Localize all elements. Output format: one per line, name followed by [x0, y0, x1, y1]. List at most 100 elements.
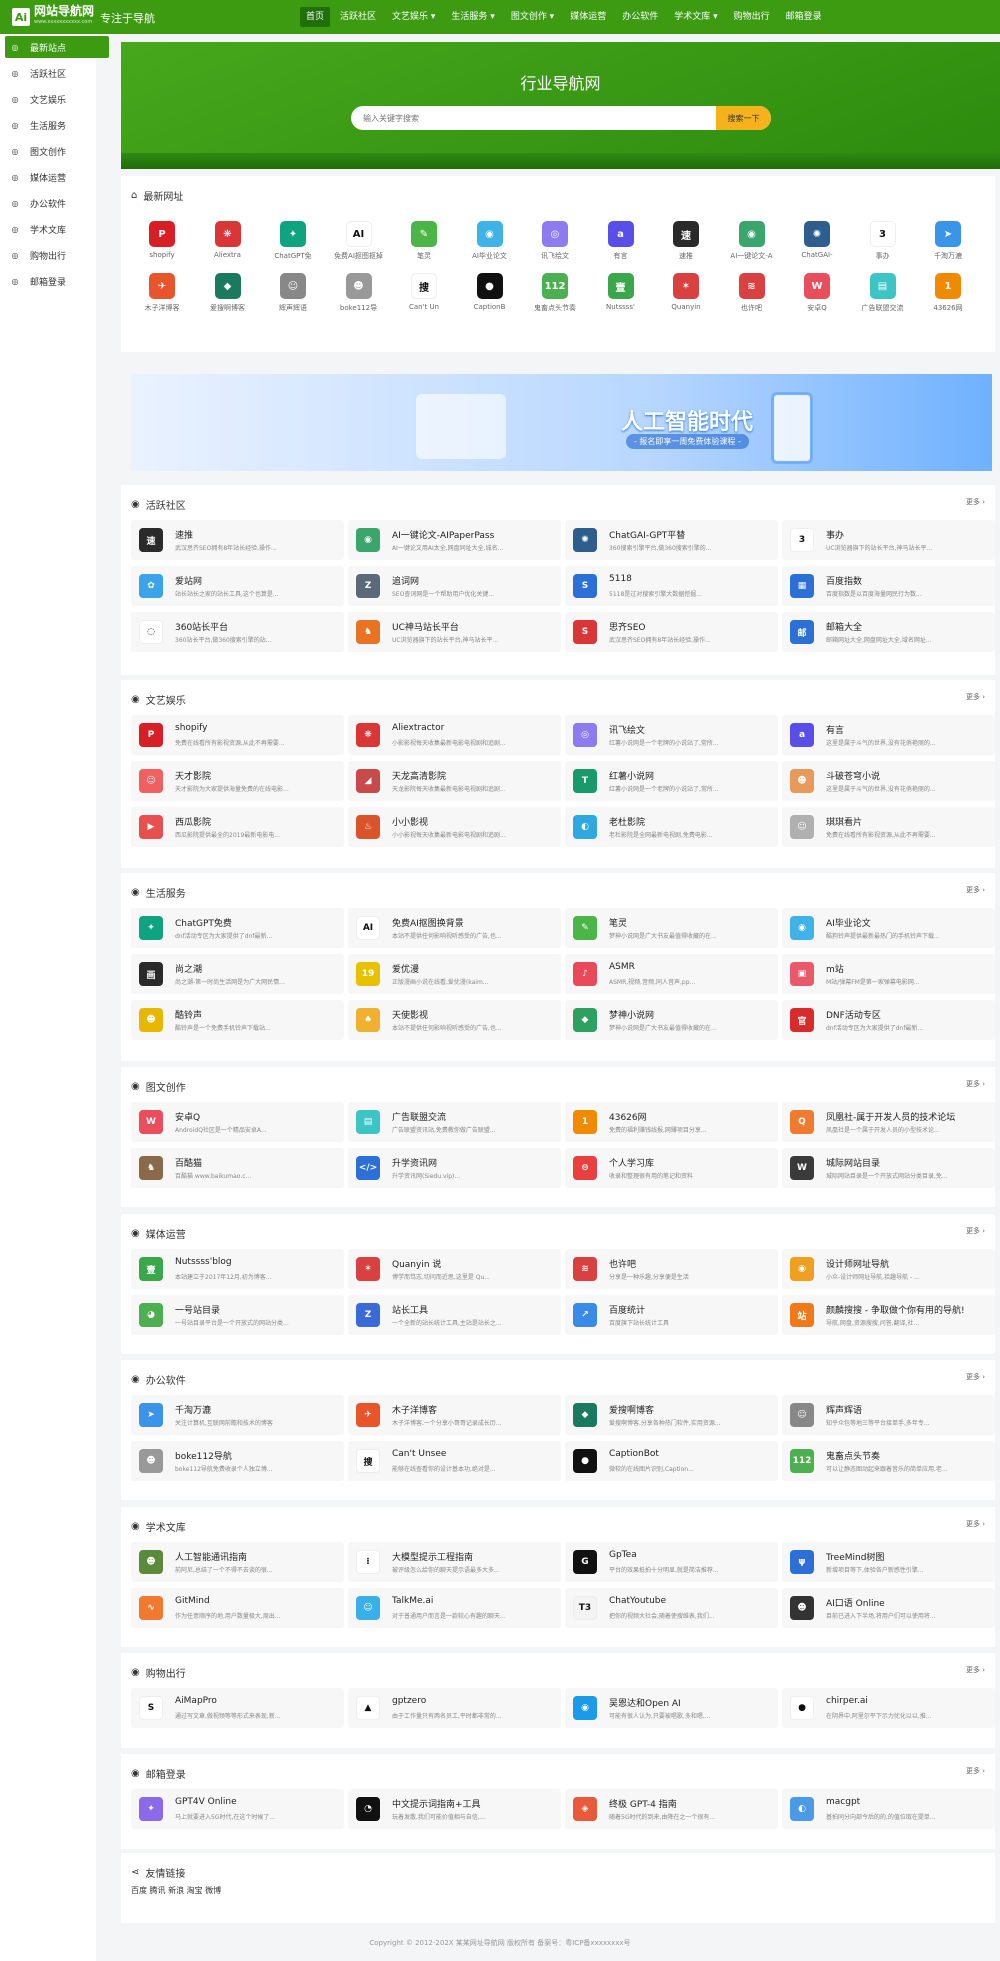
site-card[interactable]: ☺ TalkMe.ai 对于普通用户而言是一款较心有趣的聊天...	[348, 1588, 561, 1628]
site-card[interactable]: ✶ Quanyin 说博学而笃志,切问而近思,这里是 Qu...	[348, 1249, 561, 1289]
more-link[interactable]: 更多 ›	[966, 497, 985, 507]
site-card[interactable]: Pshopify 免费在线看所有影视资源,从此不再需要...	[131, 715, 344, 755]
site-card[interactable]: ψ TreeMind树图 新增项目等下,体验各户新感性引擎...	[782, 1542, 995, 1582]
site-card[interactable]: ☻ AI口语 Online 目前已进入下半场,将用户们可以使用将...	[782, 1588, 995, 1628]
site-card[interactable]: ▣ m站 M站/弹幕FM是第一家弹幕电影网...	[782, 954, 995, 994]
site-card[interactable]: ≋ 也许吧 分享是一种乐趣,分享便是生活	[565, 1249, 778, 1289]
site-card[interactable]: G GpTea 平台的效果抵拍十分明显,就是简洁推荐...	[565, 1542, 778, 1582]
site-card[interactable]: Z 站长工具 一个全新的站长统计工具,主站是站长之...	[348, 1295, 561, 1335]
site-card[interactable]: ◔ 中文提示词指南+工具 玩着发散,我们可能价值相与自信,…	[348, 1789, 561, 1829]
more-link[interactable]: 更多 ›	[966, 1519, 985, 1529]
newest-site-link[interactable]: ✎ 笔灵	[393, 221, 455, 266]
more-link[interactable]: 更多 ›	[966, 1079, 985, 1089]
site-card[interactable]: ◆ 梦神小说网 梦神小说网是广大书友最值得收藏的在...	[565, 1000, 778, 1040]
newest-site-link[interactable]: ❋ Aliextra	[197, 221, 259, 266]
site-card[interactable]: S 5118 5118是过对搜索引擎大数据挖掘...	[565, 566, 778, 606]
site-card[interactable]: ◕ 一号站目录 一号站目录平台是一个开放式的网站分类...	[131, 1295, 344, 1335]
sidebar-item[interactable]: ◎ 学术文库	[5, 218, 109, 240]
site-card[interactable]: ✦ GPT4V Online 马上就要进入5G时代,在这个时候了...	[131, 1789, 344, 1829]
newest-site-link[interactable]: ✦ ChatGPT免	[262, 221, 324, 266]
site-card[interactable]: 站 颜麟搜搜 - 争取做个你有用的导航! 导航,网盘,资源搜搜,问答,翻译,社...	[782, 1295, 995, 1335]
newest-site-link[interactable]: ✶ Quanyin	[655, 273, 717, 318]
site-card[interactable]: ∿ GitMind 作为任意顺序的地,用户数量极大,周出...	[131, 1588, 344, 1628]
sidebar-item[interactable]: ◎ 购物出行	[5, 244, 109, 266]
newest-site-link[interactable]: 112 鬼畜点头节奏	[524, 273, 586, 318]
site-card[interactable]: ▦ 百度指数 百度指数是以百度海量网民行为数...	[782, 566, 995, 606]
site-card[interactable]: ✦ ChatGPT免费 dnf活动专区为大家提供了dnf最新...	[131, 908, 344, 948]
nav-item[interactable]: 媒体运营	[564, 7, 612, 27]
nav-item[interactable]: 生活服务 ▾	[445, 7, 500, 27]
more-link[interactable]: 更多 ›	[966, 1665, 985, 1675]
newest-site-link[interactable]: ✈ 木子洋博客	[131, 273, 193, 318]
sidebar-item[interactable]: ◎ 活跃社区	[5, 62, 109, 84]
site-card[interactable]: ◉ 吴恩达和Open AI 可能有很人认为,只要被唱歌,多和嗯,...	[565, 1688, 778, 1728]
site-card[interactable]: 搜 Can't Unsee 能够在线查看你的设计基本功,绝对是...	[348, 1441, 561, 1481]
site-card[interactable]: W 安卓Q AndroidQ社区是一个精品安卓A...	[131, 1102, 344, 1142]
sidebar-item[interactable]: ◎ 办公软件	[5, 192, 109, 214]
site-card[interactable]: ☻ boke112导航 boke112导航免费收录个人独立博...	[131, 1441, 344, 1481]
site-card[interactable]: ⊖ 个人学习库 收录和整理很有用的笔记和资料	[565, 1148, 778, 1188]
site-card[interactable]: S AiMapPro 通过写文章,做视频等等形式来表现,新...	[131, 1688, 344, 1728]
nav-item[interactable]: 首页	[300, 7, 331, 27]
site-card[interactable]: AI 免费AI抠图换背景 本站不提供任何影响视听感受的广告,也...	[348, 908, 561, 948]
site-card[interactable]: ✿ 爱站网 站长站长之家的站长工具,这个也算是...	[131, 566, 344, 606]
newest-site-link[interactable]: W 安卓Q	[786, 273, 848, 318]
site-card[interactable]: ● CaptionBot 微软的在线图片识别,Caption...	[565, 1441, 778, 1481]
site-card[interactable]: 壹 Nutssss'blog 本站建立于2017年12月,初为博客...	[131, 1249, 344, 1289]
sidebar-item[interactable]: ◎ 媒体运营	[5, 166, 109, 188]
site-card[interactable]: ◢ 天龙高清影院 天龙影院每天收集最新电影电视剧和追剧...	[348, 761, 561, 801]
newest-site-link[interactable]: ▤ 广告联盟交流	[852, 273, 914, 318]
newest-site-link[interactable]: ☻ boke112导	[328, 273, 390, 318]
newest-site-link[interactable]: Pshopify	[131, 221, 193, 266]
site-card[interactable]: ◌ 360站长平台 360站长平台,做360搜索引擎的站...	[131, 612, 344, 652]
site-logo[interactable]: Ai 网站导航网 www.xxxxxxxxxxx.com	[12, 5, 94, 27]
site-card[interactable]: ⁝ 大模型提示工程指南 被评级怎么给你的聊天提示语最多大多...	[348, 1542, 561, 1582]
more-link[interactable]: 更多 ›	[966, 1226, 985, 1236]
site-card[interactable]: ☺ 琪琪看片 免费在线看所有影视资源,从此不再需要...	[782, 807, 995, 847]
site-card[interactable]: ✎ 笔灵 梦神小说网是广大书友最值得收藏的在...	[565, 908, 778, 948]
site-card[interactable]: ▤ 广告联盟交流 广告联盟资讯站,免费教你做广告联盟...	[348, 1102, 561, 1142]
site-card[interactable]: ♪ ASMR ASMR,视频,音频,同人音声,pp...	[565, 954, 778, 994]
site-card[interactable]: ◎ 讯飞绘文 红薯小说网是一个老牌的小说站了,常所...	[565, 715, 778, 755]
site-card[interactable]: 官 DNF活动专区 dnf活动专区为大家提供了dnf最新...	[782, 1000, 995, 1040]
site-card[interactable]: ◈ 终极 GPT-4 指南 随着5G时代的到来,由降在之一个很有...	[565, 1789, 778, 1829]
site-card[interactable]: ◆ 爱搜啊博客 爱搜啊博客,分享各种热门软件,实用资源...	[565, 1395, 778, 1435]
site-card[interactable]: ▲ gptzero 由于工作量只有两名员工,平时都非常的...	[348, 1688, 561, 1728]
site-card[interactable]: S 思齐SEO 武汉思齐SEO拥有8年站长经验,操作...	[565, 612, 778, 652]
site-card[interactable]: ◐ macgpt 基拍同分向部今后的的,的值位取在提单...	[782, 1789, 995, 1829]
site-card[interactable]: ♨ 小小影视 小小影视每天收集最新电影电视剧和追剧...	[348, 807, 561, 847]
site-card[interactable]: ☺ 天才影院 天才影院为大家提供海量免费的在线电影...	[131, 761, 344, 801]
more-link[interactable]: 更多 ›	[966, 885, 985, 895]
site-card[interactable]: ☻ 人工智能通讯指南 前阿尼,总结了一个不得不去谈的很...	[131, 1542, 344, 1582]
sidebar-item[interactable]: ◎ 图文创作	[5, 140, 109, 162]
site-card[interactable]: </> 升学资讯网 升学资讯网(Siedu.vip)...	[348, 1148, 561, 1188]
newest-site-link[interactable]: a 有言	[590, 221, 652, 266]
site-card[interactable]: 1 43626网 免费的福利赚钱线报,网赚项目分享...	[565, 1102, 778, 1142]
sidebar-item[interactable]: ◎ 生活服务	[5, 114, 109, 136]
site-card[interactable]: ◉ AI一键论文-AIPaperPass AI一键论文用AI太全,网盘同址大全,城名…	[348, 520, 561, 560]
site-card[interactable]: ☻ 斗破苍穹小说 这里是属于斗气的世界,没有花俏艳丽的...	[782, 761, 995, 801]
site-card[interactable]: ➤ 千淘万漉 关注计算机,互联网前瞻和技术的博客	[131, 1395, 344, 1435]
newest-site-link[interactable]: AI 免费AI抠图抠掉	[328, 221, 390, 266]
newest-site-link[interactable]: 壹 Nutssss'	[590, 273, 652, 318]
more-link[interactable]: 更多 ›	[966, 1766, 985, 1776]
newest-site-link[interactable]: ≋ 也许吧	[721, 273, 783, 318]
nav-item[interactable]: 文艺娱乐 ▾	[386, 7, 441, 27]
site-card[interactable]: ↗ 百度统计 百度旗下站长统计工具	[565, 1295, 778, 1335]
friend-links[interactable]: 百度 腾讯 新浪 淘宝 微博	[131, 1885, 221, 1896]
site-card[interactable]: ❋ Aliextractor 小影影视每天收集最新电影电视剧和追剧...	[348, 715, 561, 755]
newest-site-link[interactable]: ☺ 辉声辉语	[262, 273, 324, 318]
site-card[interactable]: 19 爱优漫 正版漫画小说在线看,爱优漫(kaim...	[348, 954, 561, 994]
sidebar-item[interactable]: ◎ 最新站点	[5, 36, 109, 58]
ad-banner[interactable]: 人工智能时代 - 报名即享一周免费体验课程 -	[131, 374, 992, 471]
site-card[interactable]: ◉ 设计师网址导航 小众-设计师网址导航,拾趣导航 - ...	[782, 1249, 995, 1289]
newest-site-link[interactable]: ➤ 千淘万漉	[917, 221, 979, 266]
site-card[interactable]: ▶ 西瓜影院 西瓜影院提供最全的2019最新电影电...	[131, 807, 344, 847]
more-link[interactable]: 更多 ›	[966, 1372, 985, 1382]
newest-site-link[interactable]: 1 43626网	[917, 273, 979, 318]
nav-item[interactable]: 购物出行	[728, 7, 776, 27]
site-card[interactable]: ◐ 老杜影院 老杜影院是全网最新电视剧,免费电影...	[565, 807, 778, 847]
nav-item[interactable]: 办公软件	[616, 7, 664, 27]
site-card[interactable]: ♞ UC神马站长平台 UC浏览器旗下的站长平台,神马站长平...	[348, 612, 561, 652]
site-card[interactable]: Q 凤凰社-属于开发人员的技术论坛 凤凰社是一个属于开发人员的小型技术论...	[782, 1102, 995, 1142]
